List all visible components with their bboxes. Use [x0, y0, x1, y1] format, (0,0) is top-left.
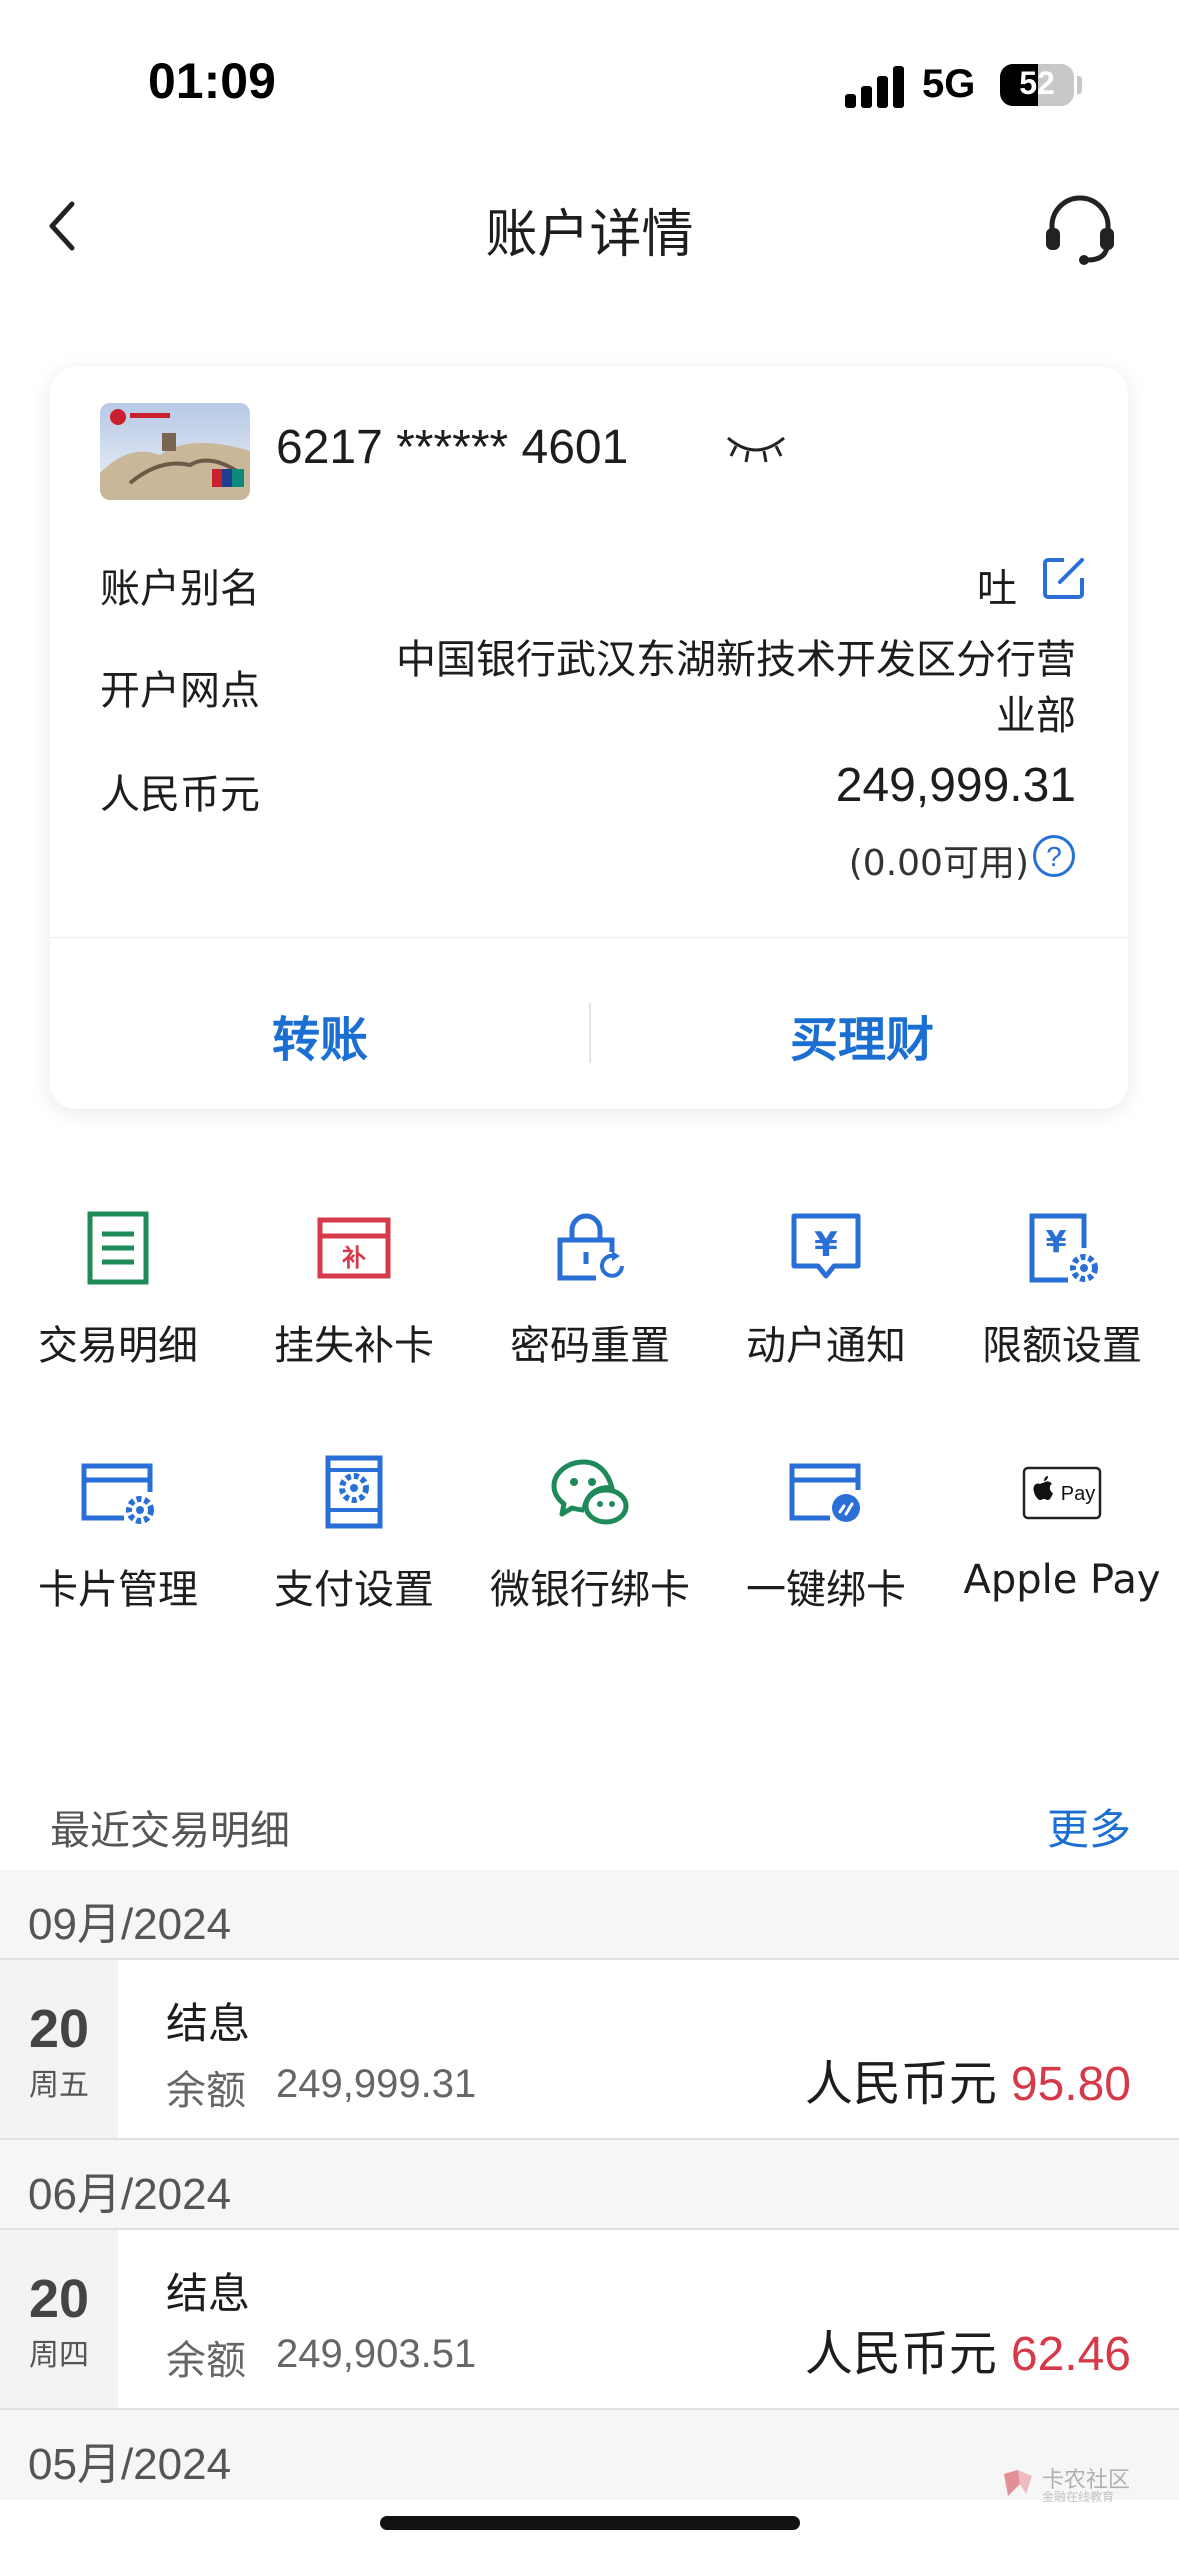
- tx-amount-value: 95.80: [1010, 2058, 1131, 2111]
- help-icon[interactable]: ?: [1033, 835, 1075, 877]
- report-loss-card-icon: 补: [317, 1217, 391, 1279]
- watermark-subtitle: 金融在线教育: [1042, 2490, 1115, 2504]
- page-title: 账户详情: [485, 205, 694, 265]
- divider: [0, 2138, 1179, 2140]
- tx-balance-label: 余额: [166, 2338, 246, 2384]
- svg-text:Pay: Pay: [1061, 1483, 1095, 1505]
- limit-settings-button[interactable]: ¥ 限额设置: [944, 1208, 1179, 1371]
- more-link[interactable]: 更多: [1047, 1796, 1131, 1857]
- grid-label: Apple Pay: [963, 1557, 1161, 1603]
- month-header: 06月/2024: [28, 2170, 232, 2219]
- card-divider: [50, 937, 1128, 938]
- grid-label: 一键绑卡: [746, 1567, 906, 1613]
- month-header: 05月/2024: [28, 2440, 232, 2489]
- account-notice-button[interactable]: ¥ 动户通知: [708, 1208, 944, 1371]
- transaction-row[interactable]: 20 周四 结息 余额 249,903.51 人民币元 62.46: [0, 2230, 1179, 2408]
- tx-weekday: 周五: [29, 2068, 89, 2103]
- apple-pay-icon: Pay: [1022, 1466, 1102, 1520]
- tx-amount-value: 62.46: [1010, 2328, 1131, 2381]
- eye-closed-icon: [727, 436, 785, 463]
- grid-label: 支付设置: [274, 1567, 434, 1613]
- tx-day: 20: [28, 1999, 90, 2059]
- transfer-button[interactable]: 转账: [272, 1000, 368, 1070]
- card-link-icon: [789, 1463, 861, 1522]
- battery-tip: [1077, 76, 1082, 94]
- toggle-visibility-button[interactable]: [724, 428, 788, 472]
- account-balance: 249,999.31: [835, 759, 1076, 812]
- report-loss-button[interactable]: 补 挂失补卡: [236, 1208, 472, 1371]
- available-balance: (0.00可用): [848, 843, 1029, 884]
- edit-alias-button[interactable]: [1042, 556, 1086, 600]
- grid-label: 交易明细: [38, 1323, 198, 1369]
- headset-icon: [1046, 195, 1114, 265]
- signal-icon: [845, 64, 905, 108]
- yuan-settings-icon: ¥: [1029, 1213, 1098, 1283]
- tx-amount: 人民币元 62.46: [805, 2314, 1131, 2384]
- buy-wealth-button[interactable]: 买理财: [790, 1000, 934, 1070]
- network-type: 5G: [922, 62, 976, 106]
- wechat-icon: [551, 1459, 629, 1525]
- date-block: 20 周四: [0, 2230, 118, 2408]
- branch-value: 中国银行武汉东湖新技术开发区分行营业部: [396, 637, 1076, 739]
- wechat-bind-button[interactable]: 微银行绑卡: [472, 1452, 708, 1615]
- battery-icon: 52: [1000, 64, 1074, 106]
- svg-text:¥: ¥: [1046, 1225, 1067, 1260]
- card-gear-icon: [81, 1463, 154, 1524]
- tx-balance: 249,999.31: [276, 2062, 477, 2106]
- grid-label: 卡片管理: [38, 1567, 198, 1613]
- month-header: 09月/2024: [28, 1900, 232, 1949]
- bank-card-image: [100, 403, 250, 500]
- date-block: 20 周五: [0, 1960, 118, 2138]
- grid-label: 密码重置: [510, 1323, 670, 1369]
- grid-label: 限额设置: [982, 1323, 1142, 1369]
- status-time: 01:09: [148, 53, 276, 109]
- payment-settings-button[interactable]: 支付设置: [236, 1452, 472, 1615]
- tx-amount: 人民币元 95.80: [805, 2044, 1131, 2114]
- currency-label: 人民币元: [100, 772, 260, 818]
- tx-currency: 人民币元: [804, 2056, 997, 2112]
- customer-service-button[interactable]: [1040, 190, 1120, 270]
- tx-weekday: 周四: [29, 2338, 89, 2373]
- password-reset-button[interactable]: 密码重置: [472, 1208, 708, 1371]
- svg-text:补: 补: [342, 1244, 366, 1272]
- alias-value: 吐: [977, 566, 1017, 612]
- card-management-button[interactable]: 卡片管理: [0, 1452, 236, 1615]
- divider: [0, 2408, 1179, 2410]
- tx-balance-label: 余额: [166, 2068, 246, 2114]
- tx-balance: 249,903.51: [276, 2332, 477, 2376]
- yuan-notice-icon: ¥: [791, 1213, 861, 1279]
- alias-label: 账户别名: [100, 566, 260, 612]
- quick-bind-card-button[interactable]: 一键绑卡: [708, 1452, 944, 1615]
- lock-reset-icon: [557, 1213, 624, 1281]
- grid-label: 挂失补卡: [274, 1323, 434, 1369]
- watermark-icon: [1004, 2470, 1032, 2496]
- branch-label: 开户网点: [100, 668, 260, 714]
- tx-day: 20: [28, 2269, 90, 2329]
- tx-currency: 人民币元: [804, 2326, 997, 2382]
- tx-type: 结息: [166, 1999, 251, 2048]
- tx-type: 结息: [166, 2269, 251, 2318]
- recent-title: 最近交易明细: [50, 1808, 290, 1854]
- edit-icon: [1043, 558, 1084, 599]
- list-icon: [87, 1211, 149, 1285]
- action-separator: [589, 1003, 591, 1063]
- apple-pay-button[interactable]: Pay Apple Pay: [944, 1452, 1179, 1603]
- card-number: 6217 ****** 4601: [276, 421, 629, 474]
- transaction-details-button[interactable]: 交易明细: [0, 1208, 236, 1371]
- watermark-logo: 卡农社区 金融在线教育: [1000, 2462, 1140, 2506]
- battery-level: 52: [1019, 65, 1055, 101]
- transaction-row[interactable]: 20 周五 结息 余额 249,999.31 人民币元 95.80: [0, 1960, 1179, 2138]
- home-indicator[interactable]: [380, 2516, 800, 2530]
- payment-settings-icon: [325, 1455, 383, 1529]
- grid-label: 动户通知: [746, 1323, 906, 1369]
- svg-text:¥: ¥: [814, 1225, 838, 1265]
- grid-label: 微银行绑卡: [490, 1567, 690, 1613]
